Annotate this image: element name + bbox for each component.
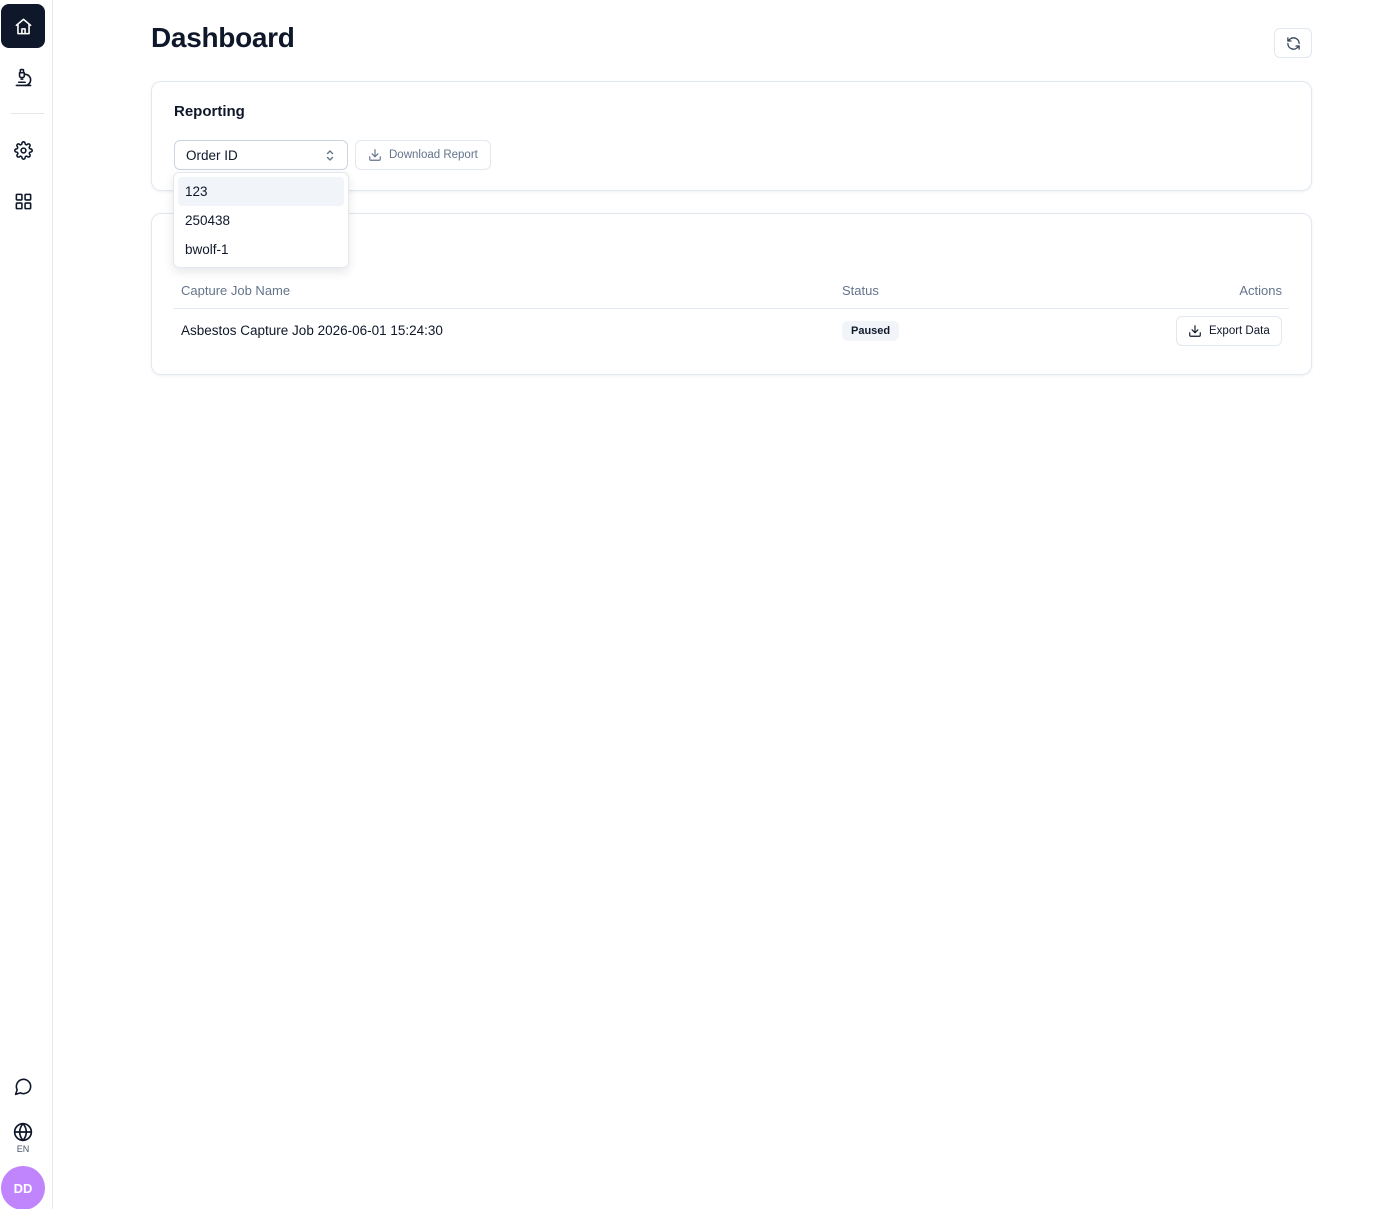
download-icon <box>369 149 381 161</box>
grid-icon <box>15 193 31 209</box>
order-id-select-value: Order ID <box>186 147 238 163</box>
chevrons-up-down-icon <box>326 150 334 161</box>
job-name-cell: Asbestos Capture Job 2026-06-01 15:24:30 <box>181 323 443 338</box>
home-icon <box>15 18 31 34</box>
page-title: Dashboard <box>151 22 295 53</box>
dropdown-option[interactable]: 250438 <box>178 206 344 235</box>
export-data-label: Export Data <box>1209 325 1270 337</box>
reporting-title: Reporting <box>174 103 245 120</box>
column-header-actions: Actions <box>1239 283 1282 298</box>
download-report-button[interactable]: Download Report <box>355 140 491 170</box>
table-divider <box>174 308 1289 309</box>
order-id-dropdown: 123 250438 bwolf-1 <box>173 172 349 268</box>
nav-chat-button[interactable] <box>1 1064 45 1108</box>
language-switcher[interactable]: EN <box>1 1118 45 1158</box>
order-id-select[interactable]: Order ID <box>174 140 348 170</box>
nav-apps-button[interactable] <box>1 179 45 223</box>
nav-home-button[interactable] <box>1 4 45 48</box>
language-code: EN <box>16 1144 30 1154</box>
sidebar-divider <box>10 113 44 114</box>
nav-settings-button[interactable] <box>1 128 45 172</box>
status-badge: Paused <box>842 321 900 341</box>
column-header-name: Capture Job Name <box>181 283 291 298</box>
sidebar: EN DD <box>0 0 53 1209</box>
refresh-button[interactable] <box>1274 28 1312 58</box>
export-data-button[interactable]: Export Data <box>1176 316 1282 346</box>
microscope-icon <box>15 68 31 86</box>
globe-icon <box>13 1122 33 1142</box>
nav-microscope-button[interactable] <box>1 55 45 99</box>
dropdown-option[interactable]: bwolf-1 <box>178 235 344 264</box>
download-icon <box>1189 325 1201 337</box>
chat-bubble-icon <box>14 1078 31 1095</box>
download-report-label: Download Report <box>389 149 478 161</box>
gear-icon <box>13 140 33 160</box>
dropdown-option[interactable]: 123 <box>178 177 344 206</box>
refresh-icon <box>1286 36 1300 50</box>
column-header-status: Status <box>842 283 879 298</box>
avatar[interactable]: DD <box>1 1166 45 1209</box>
